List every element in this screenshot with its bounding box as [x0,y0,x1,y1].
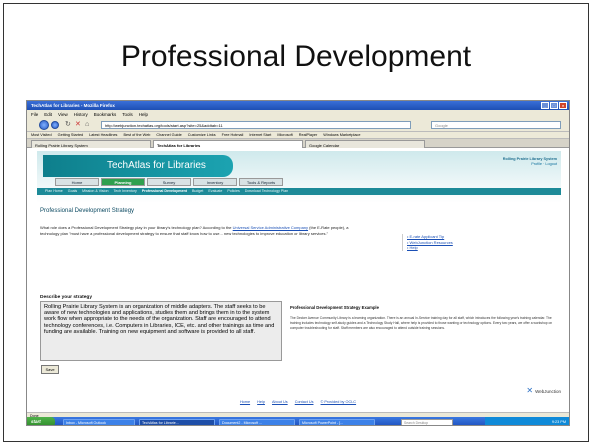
system-tray: 9:23 PM [485,417,569,425]
menu-bookmarks[interactable]: Bookmarks [94,112,117,117]
bookmark-item[interactable]: Customize Links [188,133,216,137]
reload-icon[interactable]: ↻ [65,121,71,129]
stop-icon[interactable]: ✕ [75,121,81,129]
subnav-item[interactable]: Download Technology Plan [245,189,288,194]
footer-about[interactable]: About Us [272,400,288,404]
subnav-item[interactable]: Evaluate [208,189,222,194]
task-document2[interactable]: Document2 - Microsoft ... [219,418,295,425]
home-icon[interactable]: ⌂ [85,121,89,129]
side-link-help[interactable]: Help [407,245,532,251]
bookmark-item[interactable]: Microsoft [277,133,292,137]
tab-rolling-prairie[interactable]: Rolling Prairie Library System [31,140,151,148]
footer-oclc[interactable]: © Provided by OCLC [321,400,357,404]
subnav-item[interactable]: Plan Home [45,189,63,194]
subnav-item[interactable]: Budget [192,189,203,194]
site-header: TechAtlas for Libraries Rolling Prairie … [37,151,561,203]
task-outlook[interactable]: Inbox - Microsoft Outlook [63,418,135,425]
webjunction-icon: ✕ [526,386,534,395]
bookmark-item[interactable]: Internet Start [249,133,271,137]
menu-tools[interactable]: Tools [122,112,133,117]
browser-screenshot: TechAtlas for Libraries - Mozilla Firefo… [26,100,570,426]
window-titlebar: TechAtlas for Libraries - Mozilla Firefo… [27,101,569,110]
address-bar[interactable]: http://webjunction.techatlas.org/tools/s… [101,121,411,129]
desktop-search-input[interactable]: Search Desktop [401,418,453,425]
nav-planning[interactable]: Planning [101,178,145,186]
maximize-button[interactable]: □ [550,102,558,109]
describe-label: Describe your strategy [40,295,92,300]
footer-links: Home Help About Us Contact Us © Provided… [27,400,569,404]
nav-home[interactable]: Home [55,178,99,186]
subnav-item-active[interactable]: Professional Development [142,189,187,194]
bookmark-item[interactable]: Latest Headlines [89,133,117,137]
bookmark-item[interactable]: Free Hotmail [222,133,244,137]
site-subnav: Plan Home Goals Mission & Vision Tech In… [37,188,561,195]
slide-title: Professional Development [120,40,472,73]
intro-paragraph: What role does a Professional Developmen… [40,225,358,236]
org-links[interactable]: Profile · Logout [503,162,557,167]
intro-text: What role does a Professional Developmen… [40,225,232,230]
bookmark-item[interactable]: Windows Marketplace [323,133,360,137]
bookmark-item[interactable]: Channel Guide [156,133,181,137]
menu-bar: File Edit View History Bookmarks Tools H… [27,110,569,118]
start-button[interactable]: start [27,417,55,425]
nav-inventory[interactable]: Inventory [193,178,237,186]
search-input[interactable]: Google [431,121,561,129]
subnav-item[interactable]: Mission & Vision [82,189,108,194]
save-button[interactable]: Save [41,365,59,374]
windows-taskbar: start Inbox - Microsoft Outlook TechAtla… [27,417,569,425]
site-brand: TechAtlas for Libraries [43,155,233,177]
clock: 9:23 PM [551,419,566,424]
navigation-toolbar: ↻ ✕ ⌂ http://webjunction.techatlas.org/t… [27,118,569,132]
nav-survey[interactable]: Survey [147,178,191,186]
example-title: Professional Development Strategy Exampl… [290,305,379,310]
site-nav: Home Planning Survey Inventory Tools & R… [55,178,283,186]
window-title: TechAtlas for Libraries - Mozilla Firefo… [31,103,115,108]
tab-google-calendar[interactable]: Google Calendar [305,140,425,148]
side-links: E-rate Applicant Tip WebJunction Resourc… [402,234,532,251]
bookmark-item[interactable]: Best of the Web [123,133,150,137]
task-techatlas[interactable]: TechAtlas for Librarie... [139,418,215,425]
menu-history[interactable]: History [74,112,88,117]
footer-contact[interactable]: Contact Us [295,400,314,404]
bookmark-item[interactable]: Most Visited [31,133,52,137]
menu-help[interactable]: Help [139,112,148,117]
bookmark-item[interactable]: Getting Started [58,133,84,137]
strategy-textarea[interactable]: Rolling Prairie Library System is an org… [40,301,282,361]
menu-file[interactable]: File [31,112,38,117]
usac-link[interactable]: Universal Service Administrative Company [233,225,308,230]
footer-help[interactable]: Help [257,400,265,404]
subnav-item[interactable]: Goals [68,189,77,194]
window-controls: _ □ × [541,102,567,109]
menu-view[interactable]: View [58,112,68,117]
back-button[interactable] [39,120,49,130]
nav-tools-reports[interactable]: Tools & Reports [239,178,283,186]
tab-techatlas[interactable]: TechAtlas for Libraries [153,140,303,148]
webjunction-logo[interactable]: ✕ WebJunction [526,387,561,395]
webjunction-label: WebJunction [535,388,561,394]
org-info: Rolling Prairie Library System Profile ·… [503,157,557,167]
footer-home[interactable]: Home [240,400,250,404]
task-powerpoint[interactable]: Microsoft PowerPoint - [... [299,418,375,425]
subnav-item[interactable]: Policies [227,189,239,194]
browser-tabs: Rolling Prairie Library System TechAtlas… [27,139,569,148]
close-button[interactable]: × [559,102,567,109]
bookmarks-toolbar: Most Visited Getting Started Latest Head… [27,132,569,139]
example-text: The Decker Avenue Community Library is a… [290,316,553,330]
web-page: TechAtlas for Libraries Rolling Prairie … [27,148,569,412]
minimize-button[interactable]: _ [541,102,549,109]
subnav-item[interactable]: Tech Inventory [113,189,136,194]
menu-edit[interactable]: Edit [44,112,52,117]
bookmark-item[interactable]: RealPlayer [299,133,318,137]
forward-button[interactable] [51,121,59,129]
page-title: Professional Development Strategy [40,208,135,214]
